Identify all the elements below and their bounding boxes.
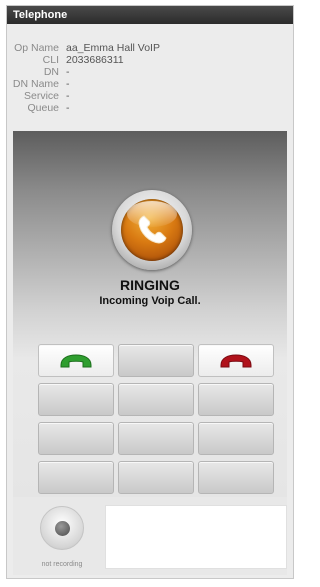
- keypad-button[interactable]: [38, 383, 114, 416]
- keypad-button[interactable]: [198, 383, 274, 416]
- ringing-call-indicator: [112, 190, 192, 270]
- answer-call-icon: [60, 353, 92, 367]
- info-row-queue: Queue -: [7, 102, 293, 114]
- hangup-call-button[interactable]: [198, 344, 274, 377]
- keypad-button[interactable]: [118, 383, 194, 416]
- phone-handset-icon: [138, 215, 167, 244]
- info-key: DN Name: [12, 78, 59, 90]
- info-key: Op Name: [14, 42, 59, 54]
- keypad-button[interactable]: [198, 461, 274, 494]
- info-value: -: [66, 102, 70, 114]
- call-message: Incoming Voip Call.: [99, 295, 201, 307]
- info-value: 2033686311: [66, 54, 124, 66]
- keypad-button[interactable]: [38, 422, 114, 455]
- info-key: CLI: [42, 54, 59, 66]
- softphone-panel: RINGING Incoming Voip Call.: [13, 131, 287, 497]
- keypad-button[interactable]: [198, 422, 274, 455]
- info-value: -: [66, 90, 70, 102]
- call-status: RINGING: [120, 277, 180, 293]
- record-button[interactable]: [40, 506, 84, 550]
- keypad-button[interactable]: [118, 461, 194, 494]
- info-value: aa_Emma Hall VoIP: [66, 42, 160, 54]
- telephone-window: Telephone Op Name aa_Emma Hall VoIP CLI …: [6, 5, 294, 579]
- answer-call-button[interactable]: [38, 344, 114, 377]
- record-icon: [54, 520, 70, 536]
- info-key: Queue: [27, 102, 59, 114]
- keypad-button[interactable]: [38, 461, 114, 494]
- info-row-service: Service -: [7, 90, 293, 102]
- info-value: -: [66, 78, 70, 90]
- info-value: -: [66, 66, 70, 78]
- recording-status: not recording: [41, 561, 83, 568]
- call-info-panel: Op Name aa_Emma Hall VoIP CLI 2033686311…: [7, 42, 293, 114]
- recorder-panel: not recording: [13, 497, 287, 575]
- info-key: DN: [43, 66, 59, 78]
- keypad-button[interactable]: [118, 422, 194, 455]
- info-key: Service: [23, 90, 59, 102]
- info-row-dn: DN -: [7, 66, 293, 78]
- dial-keypad: [38, 344, 274, 494]
- info-row-op-name: Op Name aa_Emma Hall VoIP: [7, 42, 293, 54]
- window-title: Telephone: [7, 6, 293, 24]
- info-row-dn-name: DN Name -: [7, 78, 293, 90]
- hangup-call-icon: [220, 353, 252, 367]
- keypad-button[interactable]: [118, 344, 194, 377]
- info-row-cli: CLI 2033686311: [7, 54, 293, 66]
- notes-area[interactable]: [105, 505, 287, 569]
